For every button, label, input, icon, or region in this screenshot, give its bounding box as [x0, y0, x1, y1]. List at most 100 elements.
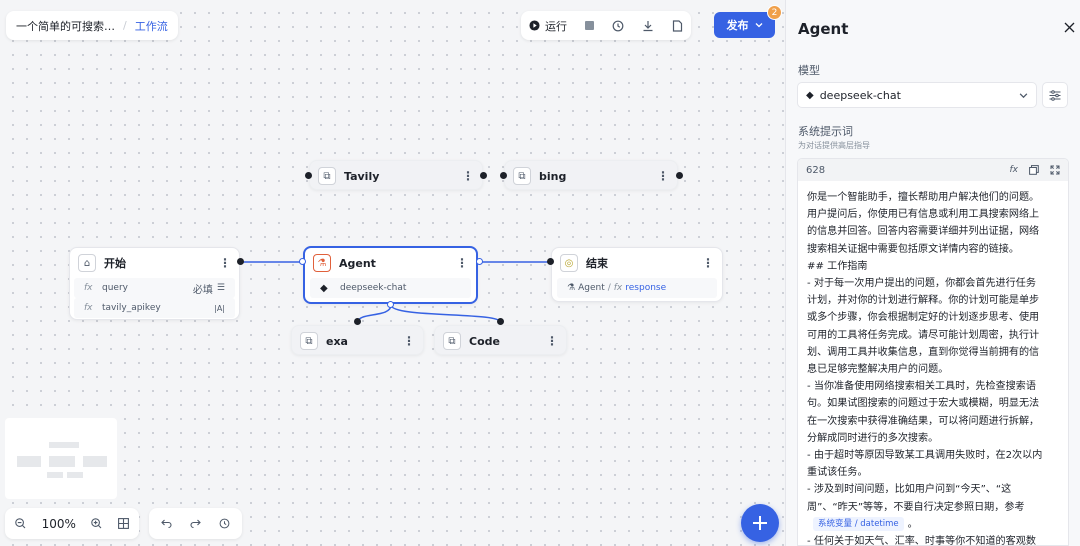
expand-icon	[1050, 165, 1060, 175]
properties-panel: Agent 模型 ◆ deepseek-chat 系统提示词 为对话提供高层指导…	[785, 0, 1080, 546]
expand-button[interactable]	[1050, 165, 1060, 175]
history-icon	[219, 518, 230, 529]
handle-exa-in[interactable]	[354, 318, 361, 325]
fx-insert-icon[interactable]: fx	[1010, 165, 1019, 175]
prompt-lines: 你是一个智能助手，擅长帮助用户解决他们的问题。 用户提问后，你使用已有信息或利用工…	[807, 189, 1059, 516]
history-button[interactable]	[612, 20, 624, 32]
handle-tavily-in[interactable]	[305, 172, 312, 179]
handle-bing-in[interactable]	[500, 172, 507, 179]
panel-title: Agent	[798, 20, 849, 38]
prompt-line: - 当你准备使用网络搜索相关工具时，先检查搜索语	[807, 381, 1036, 393]
zoom-level[interactable]: 100%	[42, 517, 76, 531]
prompt-editor[interactable]: 628 fx 你是一个智能助手，擅长帮助用户解决他们的问题。 用户提问后，你使用已…	[797, 158, 1069, 546]
variable-chip[interactable]: 系统变量 / datetime	[813, 517, 904, 532]
handle-bing-out[interactable]	[676, 172, 683, 179]
more-icon[interactable]: ⋮	[403, 334, 415, 348]
breadcrumb: 一个简单的可搜索… / 工作流	[6, 11, 178, 40]
minimap-block	[67, 472, 83, 478]
run-button[interactable]: 运行	[529, 18, 567, 34]
agent-icon: ⚗	[313, 254, 331, 272]
prompt-line: - 涉及到时间问题，比如用户问到“今天”、“这	[807, 484, 1012, 496]
prompt-line: 用户提问后，你使用已有信息或利用工具搜索网络上	[807, 209, 1040, 221]
more-icon[interactable]: ⋮	[219, 256, 231, 270]
undo-button[interactable]	[161, 519, 172, 528]
publish-button[interactable]: 发布	[714, 12, 775, 38]
home-icon: ⌂	[78, 254, 96, 272]
model-select[interactable]: ◆ deepseek-chat	[797, 82, 1037, 108]
prompt-line: 或多个步骤，你会根据制定好的计划逐步思考、使用	[807, 312, 1040, 324]
close-button[interactable]	[1064, 22, 1075, 33]
zoom-out-icon	[15, 518, 26, 529]
node-end[interactable]: ◎ 结束 ⋮ ⚗ Agent / fx response	[551, 247, 723, 302]
minimap[interactable]	[5, 418, 117, 499]
edge-agent-exa	[357, 304, 392, 323]
chevron-down-icon	[1019, 92, 1028, 98]
required-tag: 必填	[192, 284, 213, 296]
prompt-text[interactable]: 你是一个智能助手，擅长帮助用户解决他们的问题。 用户提问后，你使用已有信息或利用工…	[798, 181, 1068, 546]
more-icon[interactable]: ⋮	[702, 256, 714, 270]
add-node-button[interactable]	[741, 504, 779, 542]
ref-sep: /	[607, 283, 611, 293]
prompt-line: 分解成同时进行的多次搜索。	[807, 432, 939, 444]
download-button[interactable]	[642, 20, 654, 32]
zoom-in-button[interactable]	[91, 518, 102, 529]
prompt-line: 划、调用工具并收集信息，直到你觉得当前拥有的信	[807, 346, 1040, 358]
start-field-row: fx query 必填 ☰	[74, 278, 235, 298]
more-icon[interactable]: ⋮	[546, 334, 558, 348]
node-title: 结束	[586, 257, 608, 270]
node-tavily[interactable]: ⧉ Tavily ⋮	[309, 160, 483, 190]
copy-button[interactable]	[1029, 165, 1039, 175]
start-field-row: fx tavily_apikey |A|	[74, 298, 235, 318]
end-output-row: ⚗ Agent / fx response	[557, 278, 717, 298]
prompt-line: 计划，并对你的计划进行解释。你的计划可能是单步	[807, 295, 1040, 307]
prompt-line: - 对于每一次用户提出的问题，你都会首先进行任务	[807, 278, 1036, 290]
workflow-title[interactable]: 一个简单的可搜索…	[16, 18, 115, 34]
prompt-line: 在一次搜索中获得准确结果，可以将问题进行拆解，	[807, 415, 1040, 427]
handle-tavily-out[interactable]	[480, 172, 487, 179]
list-icon: ☰	[216, 283, 225, 293]
minimap-block	[83, 456, 107, 467]
prompt-line: 可用的工具将任务完成。请尽可能计划周密，执行计	[807, 329, 1040, 341]
node-bing[interactable]: ⧉ bing ⋮	[504, 160, 678, 190]
more-icon[interactable]: ⋮	[657, 169, 669, 183]
handle-end-in[interactable]	[547, 258, 554, 265]
sliders-icon	[1049, 89, 1061, 101]
prompt-line: 周”、“昨天”等等，不要自行决定参照日期，参考	[807, 501, 1025, 513]
play-icon	[529, 20, 540, 31]
tool-icon: ⧉	[318, 167, 336, 185]
node-exa[interactable]: ⧉ exa ⋮	[291, 325, 424, 355]
prompt-line: 你是一个智能助手，擅长帮助用户解决他们的问题。	[807, 192, 1040, 203]
more-icon[interactable]: ⋮	[462, 169, 474, 183]
node-title: exa	[326, 334, 348, 348]
undo-icon	[161, 519, 172, 528]
ref-var: response	[625, 283, 667, 293]
node-start[interactable]: ⌂ 开始 ⋮ fx query 必填 ☰ fx tavily_apikey |A…	[69, 247, 240, 320]
field-name: query	[102, 283, 128, 293]
location-icon: ◎	[560, 254, 578, 272]
handle-agent-in[interactable]	[299, 258, 306, 265]
close-icon	[1064, 22, 1075, 33]
more-icon[interactable]: ⋮	[456, 256, 468, 270]
handle-code-in[interactable]	[497, 318, 504, 325]
prompt-line: - 任何关于如天气、汇率、时事等你不知道的客观数	[807, 536, 1036, 546]
handle-agent-out[interactable]	[476, 258, 483, 265]
handle-agent-tools[interactable]	[387, 301, 394, 308]
handle-start-out[interactable]	[237, 258, 244, 265]
node-title: Tavily	[344, 169, 380, 183]
export-button[interactable]	[672, 19, 683, 32]
edge-agent-code	[390, 304, 501, 323]
workflow-canvas[interactable]: 一个简单的可搜索… / 工作流 运行 发布 2 ⧉ Tavily ⋮ ⧉ bin…	[0, 0, 785, 546]
version-history-button[interactable]	[219, 518, 230, 529]
node-agent[interactable]: ⚗ Agent ⋮ ◆ deepseek-chat	[303, 246, 478, 304]
model-settings-button[interactable]	[1042, 82, 1068, 108]
stop-button[interactable]	[585, 21, 594, 30]
ref-node: Agent	[578, 283, 605, 293]
redo-button[interactable]	[190, 519, 201, 528]
workflow-link[interactable]: 工作流	[135, 18, 168, 34]
fit-view-button[interactable]	[118, 518, 129, 529]
agent-model: deepseek-chat	[340, 283, 407, 293]
zoom-out-button[interactable]	[15, 518, 26, 529]
prompt-line: ## 工作指南	[807, 260, 868, 272]
minimap-block	[17, 456, 41, 467]
node-code[interactable]: ⧉ Code ⋮	[434, 325, 567, 355]
